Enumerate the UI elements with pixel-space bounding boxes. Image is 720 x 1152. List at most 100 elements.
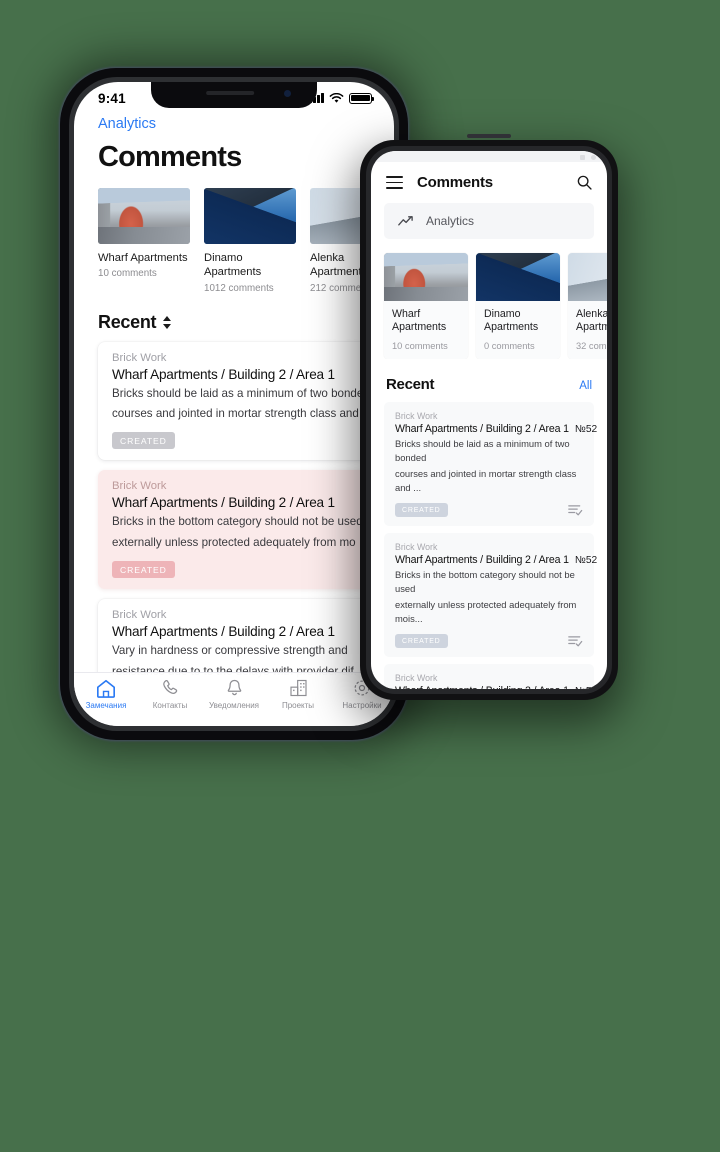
comment-description-line: courses and jointed in mortar strength c…: [395, 468, 577, 494]
comment-description-line: Bricks should be laid as a minimum of tw…: [395, 438, 570, 464]
wifi-icon: [329, 92, 344, 103]
recent-label: Recent: [386, 376, 435, 394]
comment-title: Wharf Apartments / Building 2 / Area 1: [395, 685, 569, 689]
comment-title: Wharf Apartments / Building 2 / Area 1: [395, 554, 569, 567]
project-thumbnail: [568, 253, 607, 301]
project-name: Alenka Apartments: [576, 308, 607, 334]
hamburger-icon[interactable]: [386, 176, 403, 189]
ios-content: Analytics Comments Wharf Apartments 10 c…: [74, 112, 394, 726]
tab-zamechaniya[interactable]: Замечания: [74, 678, 138, 710]
comment-card-footer: CREATED: [395, 503, 583, 518]
comment-number: №52: [574, 555, 598, 567]
comment-title: Wharf Apartments / Building 2 / Area 1: [112, 366, 335, 382]
project-name: Dinamo Apartments: [204, 252, 262, 279]
home-icon: [97, 679, 115, 698]
project-name: Wharf Apartments: [392, 308, 447, 334]
list-check-icon[interactable]: [568, 504, 583, 516]
status-badge: CREATED: [112, 432, 175, 450]
comment-category: Brick Work: [112, 480, 167, 493]
list-check-icon[interactable]: [568, 635, 583, 647]
tab-label: Проекты: [281, 701, 315, 710]
status-badge: CREATED: [395, 503, 448, 518]
comment-list: Brick Work Wharf Apartments / Building 2…: [371, 393, 607, 689]
project-name: Dinamo Apartments: [484, 308, 539, 334]
project-comment-count: 0 comments: [484, 341, 535, 352]
comment-card-header: Wharf Apartments / Building 2 / Area 1 №…: [395, 423, 597, 436]
iphone-bezel: 9:41 Analytics Comments Wharf Apartments…: [69, 77, 399, 731]
comment-category: Brick Work: [112, 608, 167, 621]
iphone-notch: [151, 82, 317, 108]
project-comment-count: 1012 comments: [204, 282, 274, 294]
project-comment-count: 10 comments: [392, 341, 448, 352]
project-card[interactable]: Wharf Apartments 10 comments: [98, 188, 190, 294]
analytics-label: Analytics: [426, 214, 475, 228]
sort-updown-icon[interactable]: [163, 315, 172, 329]
iphone-screen: 9:41 Analytics Comments Wharf Apartments…: [74, 82, 394, 726]
project-comment-count: 10 comments: [98, 268, 157, 280]
recent-section-header: Recent: [74, 294, 394, 333]
project-carousel[interactable]: Wharf Apartments 10 comments Dinamo Apar…: [371, 239, 607, 360]
analytics-row[interactable]: Analytics: [384, 203, 594, 239]
composition-stage: 9:41 Analytics Comments Wharf Apartments…: [0, 0, 720, 1152]
trending-up-icon: [398, 216, 413, 226]
bottom-tab-bar[interactable]: Замечания Контакты Уведомления Проекты Н…: [74, 672, 394, 726]
status-indicator-icon: [591, 155, 596, 160]
tab-label: Замечания: [85, 701, 127, 710]
breadcrumb-analytics-link[interactable]: Analytics: [74, 112, 394, 132]
project-card[interactable]: Wharf Apartments 10 comments: [384, 253, 468, 360]
comment-card[interactable]: Brick Work Wharf Apartments / Building 2…: [384, 402, 597, 527]
comment-title: Wharf Apartments / Building 2 / Area 1: [112, 495, 335, 511]
earpiece-speaker: [206, 91, 255, 95]
comment-card-header: Brick Work №52: [112, 609, 394, 621]
project-card[interactable]: Alenka Apartments 32 comments: [568, 253, 607, 360]
tab-label: Контакты: [152, 701, 188, 710]
status-badge: CREATED: [112, 560, 175, 578]
recent-label: Recent: [98, 311, 157, 332]
android-bezel: Comments Analytics Wharf Apartments 10 c…: [366, 146, 612, 694]
comment-description-line: externally unless protected adequately f…: [112, 536, 356, 550]
view-all-link[interactable]: All: [579, 380, 592, 392]
comment-title: Wharf Apartments / Building 2 / Area 1: [395, 423, 569, 436]
comment-card-header: Brick Work №52: [112, 352, 394, 364]
comment-category: Brick Work: [395, 411, 438, 422]
tab-uvedomleniya[interactable]: Уведомления: [202, 678, 266, 710]
android-status-bar: [371, 151, 607, 162]
comment-description-line: Vary in hardness or compressive strength…: [112, 643, 348, 657]
search-icon[interactable]: [576, 174, 593, 191]
comment-description-line: Bricks in the bottom category should not…: [395, 569, 575, 594]
comment-card[interactable]: Brick Work Wharf Apartments / Building 2…: [384, 663, 597, 689]
app-bar: Comments: [371, 162, 607, 203]
tab-label: Настройки: [342, 701, 382, 710]
comment-card[interactable]: Brick Work №52 Wharf Apartments / Buildi…: [98, 470, 394, 589]
android-device-frame: Comments Analytics Wharf Apartments 10 c…: [360, 134, 618, 700]
front-camera-icon: [284, 90, 291, 97]
comment-category: Brick Work: [395, 672, 438, 683]
project-thumbnail: [98, 188, 190, 244]
comment-card[interactable]: Brick Work Wharf Apartments / Building 2…: [384, 533, 598, 657]
recent-section-header: Recent All: [371, 359, 607, 393]
status-time: 9:41: [98, 90, 126, 106]
comment-number: №52: [574, 424, 598, 436]
status-indicators: [309, 92, 375, 104]
comment-description-line: Bricks should be laid as a minimum of tw…: [112, 386, 370, 400]
tab-proekty[interactable]: Проекты: [266, 678, 330, 710]
project-thumbnail: [204, 188, 296, 244]
android-screen: Comments Analytics Wharf Apartments 10 c…: [371, 151, 607, 689]
comment-card-footer: CREATED: [395, 633, 583, 648]
earpiece-speaker: [467, 134, 511, 138]
comment-description-line: Bricks in the bottom category should not…: [112, 515, 363, 529]
bell-icon: [227, 679, 241, 696]
tab-kontakty[interactable]: Контакты: [138, 678, 202, 710]
project-card[interactable]: Dinamo Apartments 1012 comments: [204, 188, 296, 294]
project-thumbnail: [476, 253, 560, 301]
comment-list: Brick Work №52 Wharf Apartments / Buildi…: [74, 333, 394, 692]
phone-icon: [162, 680, 177, 694]
page-title: Comments: [98, 141, 242, 173]
project-name: Wharf Apartments: [98, 252, 188, 264]
building-icon: [289, 679, 307, 697]
comment-category: Brick Work: [112, 351, 167, 364]
project-carousel[interactable]: Wharf Apartments 10 comments Dinamo Apar…: [74, 174, 394, 294]
comment-description-line: courses and jointed in mortar strength c…: [112, 407, 359, 421]
project-card[interactable]: Dinamo Apartments 0 comments: [476, 253, 560, 360]
comment-card[interactable]: Brick Work №52 Wharf Apartments / Buildi…: [98, 341, 394, 461]
